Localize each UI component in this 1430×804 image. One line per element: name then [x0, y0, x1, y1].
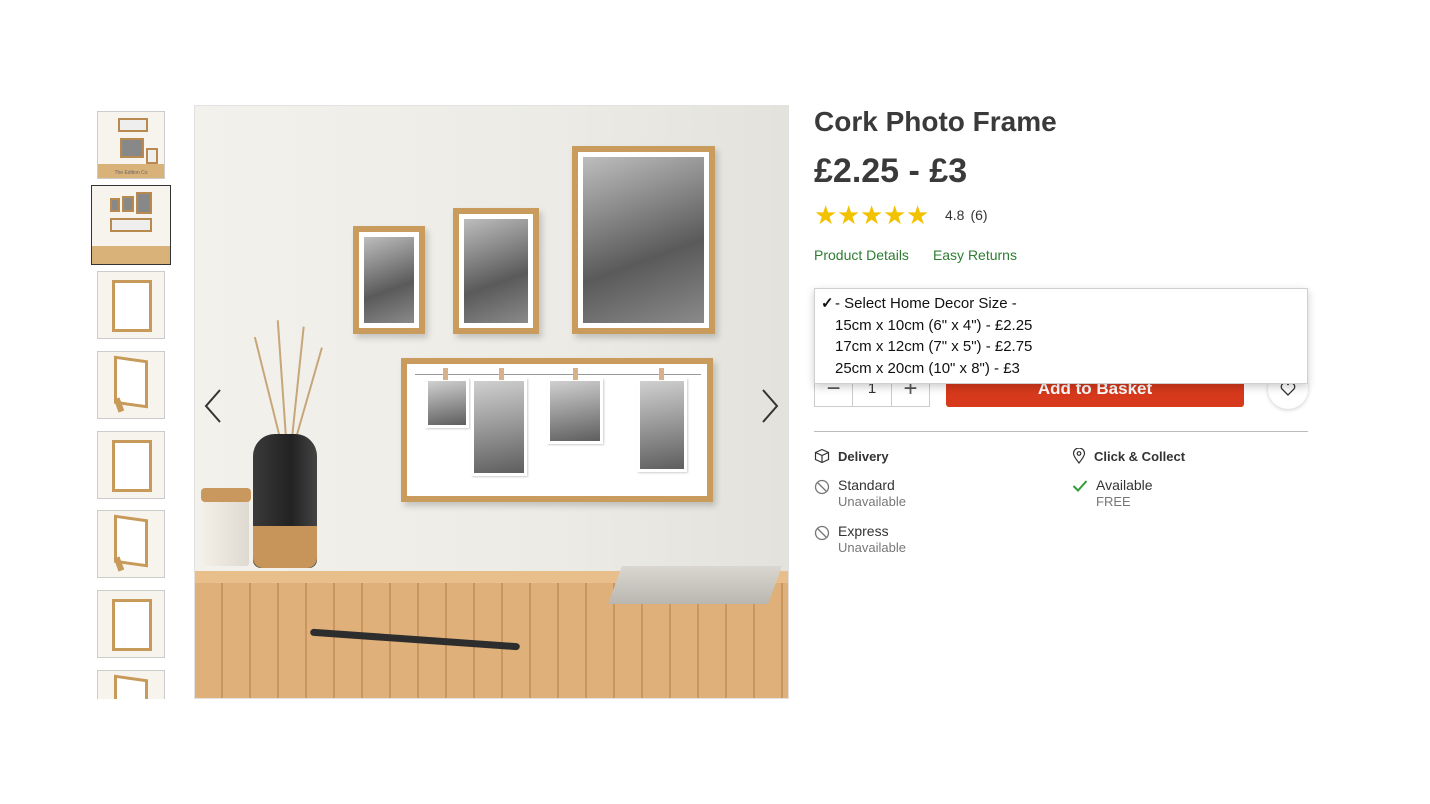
- thumbnail-strip: The Edition Co: [91, 105, 171, 699]
- books: [608, 566, 782, 604]
- chevron-left-icon: [204, 389, 221, 423]
- unavailable-icon: [814, 479, 830, 495]
- thumbnail-2-selected[interactable]: [91, 185, 171, 265]
- product-price: £2.25 - £3: [814, 152, 968, 190]
- easy-returns-link[interactable]: Easy Returns: [933, 247, 1017, 263]
- star-icon: ★: [837, 200, 861, 230]
- thumbnail-8[interactable]: [97, 670, 165, 699]
- box-icon: [814, 448, 830, 464]
- star-icon: ★: [906, 200, 930, 230]
- standard-delivery-option: Standard Unavailable: [814, 477, 1054, 513]
- thumbnail-6[interactable]: [97, 510, 165, 578]
- frame-large-photo: [572, 146, 715, 334]
- thumbnail-caption: The Edition Co: [114, 170, 148, 176]
- thumbnail-3[interactable]: [97, 271, 165, 339]
- size-option-15x10[interactable]: 15cm x 10cm (6" x 4") - £2.25: [815, 315, 1307, 337]
- review-count[interactable]: (6): [970, 207, 987, 223]
- express-delivery-option: Express Unavailable: [814, 523, 1054, 559]
- product-details-link[interactable]: Product Details: [814, 247, 909, 263]
- chevron-right-icon: [762, 389, 779, 423]
- star-rating: ★ ★ ★ ★ ★: [814, 202, 929, 228]
- frame-medium-photo: [453, 208, 539, 334]
- star-icon: ★: [860, 200, 884, 230]
- collect-option: Available FREE: [1072, 477, 1312, 513]
- checkmark-icon: ✓: [821, 295, 834, 312]
- product-info: Cork Photo Frame £2.25 - £3 ★ ★ ★ ★ ★ 4.…: [814, 105, 1308, 555]
- previous-image-button[interactable]: [200, 386, 230, 426]
- thumbnail-5[interactable]: [97, 431, 165, 499]
- thumbnail-7[interactable]: [97, 590, 165, 658]
- info-links: Product Details Easy Returns: [814, 247, 1308, 263]
- size-option-17x12[interactable]: 17cm x 12cm (7" x 5") - £2.75: [815, 336, 1307, 358]
- main-product-image: [194, 105, 789, 699]
- location-pin-icon: [1072, 448, 1086, 464]
- thumbnail-1[interactable]: The Edition Co: [97, 111, 165, 179]
- delivery-column: Delivery Standard Unavailable Express Un…: [814, 445, 1054, 559]
- check-icon: [1072, 480, 1088, 492]
- heart-icon: [1280, 382, 1296, 396]
- click-collect-heading: Click & Collect: [1094, 448, 1186, 464]
- thumbnail-4[interactable]: [97, 351, 165, 419]
- unavailable-icon: [814, 525, 830, 541]
- candle: [203, 492, 249, 566]
- star-icon: ★: [883, 200, 907, 230]
- delivery-heading: Delivery: [838, 448, 889, 464]
- size-option-25x20[interactable]: 25cm x 20cm (10" x 8") - £3: [815, 358, 1307, 380]
- star-icon: ★: [814, 200, 838, 230]
- divider: [814, 431, 1308, 432]
- frame-small-photo: [353, 226, 425, 334]
- click-collect-column: Click & Collect Available FREE: [1072, 445, 1312, 513]
- size-option-placeholder[interactable]: ✓ - Select Home Decor Size -: [815, 293, 1307, 315]
- size-select-dropdown[interactable]: ✓ - Select Home Decor Size - 15cm x 10cm …: [814, 288, 1308, 384]
- product-title: Cork Photo Frame: [814, 106, 1057, 137]
- next-image-button[interactable]: [753, 386, 783, 426]
- rating[interactable]: ★ ★ ★ ★ ★ 4.8 (6): [814, 201, 1308, 229]
- rating-value: 4.8: [945, 207, 965, 223]
